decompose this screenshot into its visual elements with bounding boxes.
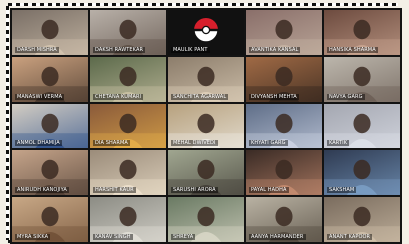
participant-tile[interactable]: NAVYA GARG <box>324 56 400 102</box>
participant-tile[interactable]: ANMOL DHAMIJA <box>12 103 88 149</box>
participant-tile[interactable]: HANSIKA SHARMA <box>324 10 400 55</box>
participant-name-label: SARUSHI ARORA <box>171 187 218 194</box>
participant-tile[interactable]: SHREYA <box>168 197 244 242</box>
participant-name-label: AVANTIKA KANSAL <box>249 46 301 53</box>
participant-tile[interactable]: HARSHIT KAUR <box>90 150 166 196</box>
participant-tile[interactable]: KARTIK <box>324 103 400 149</box>
participant-tile[interactable]: AANYA HARMANDER <box>246 197 322 242</box>
participant-tile[interactable]: KHYATI GARG <box>246 103 322 149</box>
participant-tile[interactable]: DARSH MISHRA <box>12 10 88 55</box>
participant-tile[interactable]: MEHAL DWIVEDI <box>168 103 244 149</box>
participant-name-label: KANAV SINGH <box>93 233 133 240</box>
participant-name-label: MAULIK PANT <box>171 46 210 53</box>
participant-name-label: SAKSHAM <box>327 187 357 194</box>
participant-name-label: SANCHITA AGARWAL <box>171 93 229 100</box>
participant-tile[interactable]: MANASWI VERMA <box>12 56 88 102</box>
participant-name-label: DAKSH RAWTEKAR <box>93 46 146 53</box>
participant-tile[interactable]: CHETANA KUMARI <box>90 56 166 102</box>
participant-name-label: PAYAL HADHA <box>249 187 289 194</box>
participant-name-label: MEHAL DWIVEDI <box>171 140 218 147</box>
participant-tile[interactable]: MYRA SIKKA <box>12 197 88 242</box>
participant-name-label: KHYATI GARG <box>249 140 288 147</box>
participant-name-label: CHETANA KUMARI <box>93 93 144 100</box>
video-grid: DARSH MISHRA DAKSH RAWTEKAR MAULIK PANT AVA… <box>10 8 402 244</box>
participant-name-label: SHREYA <box>171 233 196 240</box>
participant-name-label: HARSHIT KAUR <box>93 187 136 194</box>
participant-tile[interactable]: MAULIK PANT <box>168 10 244 55</box>
participant-name-label: ANIRUDH KANOJIYA <box>15 187 69 194</box>
participant-tile[interactable]: SARUSHI ARORA <box>168 150 244 196</box>
participant-name-label: MYRA SIKKA <box>15 233 51 240</box>
participant-tile[interactable]: KANAV SINGH <box>90 197 166 242</box>
pokeball-logo-icon <box>193 17 219 43</box>
participant-tile[interactable]: AVANTIKA KANSAL <box>246 10 322 55</box>
participant-name-label: AANYA HARMANDER <box>249 233 306 240</box>
participant-tile[interactable]: DIVYANSH MEHTA <box>246 56 322 102</box>
dashed-border-left <box>6 6 9 240</box>
participant-name-label: ANANT KAPOOR <box>327 233 373 240</box>
participant-tile[interactable]: PAYAL HADHA <box>246 150 322 196</box>
participant-tile[interactable]: SAKSHAM <box>324 150 400 196</box>
participant-name-label: DIVYANSH MEHTA <box>249 93 299 100</box>
participant-tile[interactable]: DAKSH RAWTEKAR <box>90 10 166 55</box>
participant-name-label: DIA SHARMA <box>93 140 130 147</box>
participant-tile[interactable]: DIA SHARMA <box>90 103 166 149</box>
participant-tile[interactable]: ANANT KAPOOR <box>324 197 400 242</box>
participant-name-label: MANASWI VERMA <box>15 93 65 100</box>
participant-name-label: HANSIKA SHARMA <box>327 46 378 53</box>
participant-name-label: ANMOL DHAMIJA <box>15 140 62 147</box>
participant-name-label: NAVYA GARG <box>327 93 365 100</box>
dashed-border-top <box>8 3 398 6</box>
participant-name-label: DARSH MISHRA <box>15 46 59 53</box>
participant-name-label: KARTIK <box>327 140 350 147</box>
participant-tile[interactable]: ANIRUDH KANOJIYA <box>12 150 88 196</box>
participant-tile[interactable]: SANCHITA AGARWAL <box>168 56 244 102</box>
